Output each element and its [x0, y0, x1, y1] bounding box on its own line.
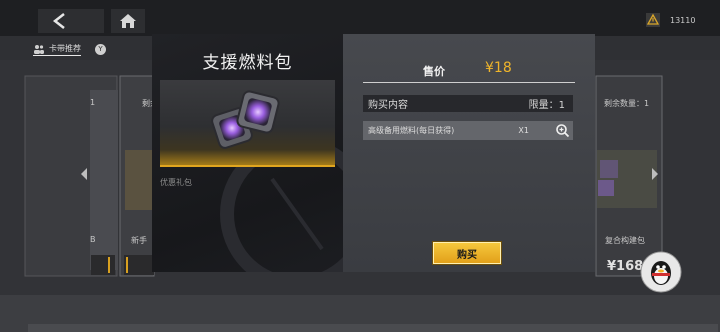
- price-label: 售价: [423, 65, 445, 78]
- limit-label: 限量：1: [528, 100, 565, 111]
- purchase-details-panel: 售价 ¥18 购买内容 限量：1 高级备用燃料(每日获得) X1 购买: [343, 34, 595, 272]
- modal-title: 支援燃料包: [202, 53, 293, 73]
- content-item-name: 高级备用燃料(每日获得): [368, 126, 455, 135]
- right-card-price: ¥168: [607, 259, 644, 274]
- tab-recommend-label: 卡带推荐: [49, 44, 81, 53]
- buy-button[interactable]: 购买: [433, 242, 501, 264]
- price-divider: [363, 82, 575, 83]
- left-card-name-partial: B: [90, 235, 96, 244]
- contents-header: 购买内容 限量：1: [363, 95, 573, 112]
- item-tag: 优惠礼包: [160, 178, 192, 187]
- right-card-remaining: 剩余数量：1: [604, 99, 650, 108]
- content-item-qty: X1: [518, 126, 529, 135]
- people-icon: [34, 44, 44, 54]
- home-button[interactable]: [111, 9, 145, 33]
- fuel-pack-icon: [211, 90, 280, 149]
- purchase-modal: 支援燃料包 优惠礼包 售价 ¥18 购买内容 限量：1 高级备用燃料(每日获得)…: [152, 34, 595, 272]
- currency-display: 13110: [646, 10, 712, 30]
- item-image-card: [160, 80, 335, 167]
- content-item-row: 高级备用燃料(每日获得) X1: [363, 121, 573, 140]
- tab-yen[interactable]: Y: [95, 44, 106, 55]
- contents-label: 购买内容: [368, 100, 408, 111]
- left-card-count: 1: [90, 98, 96, 107]
- qq-penguin-icon[interactable]: [640, 251, 682, 293]
- warning-icon: [646, 13, 660, 27]
- yen-icon: Y: [95, 44, 106, 55]
- tab-recommend[interactable]: 卡带推荐: [33, 43, 81, 56]
- right-card-name: 复合构建包: [605, 236, 645, 245]
- back-button[interactable]: [38, 9, 104, 33]
- zoom-in-icon[interactable]: [555, 123, 570, 138]
- back-arrow-icon: [38, 9, 104, 33]
- home-icon: [111, 9, 145, 33]
- currency-value: 13110: [670, 15, 696, 25]
- left-card2-name: 新手: [131, 236, 147, 245]
- subtabs: 卡带推荐 Y: [33, 43, 120, 56]
- item-preview-panel: 支援燃料包 优惠礼包: [152, 34, 343, 272]
- price-value: ¥18: [485, 60, 512, 76]
